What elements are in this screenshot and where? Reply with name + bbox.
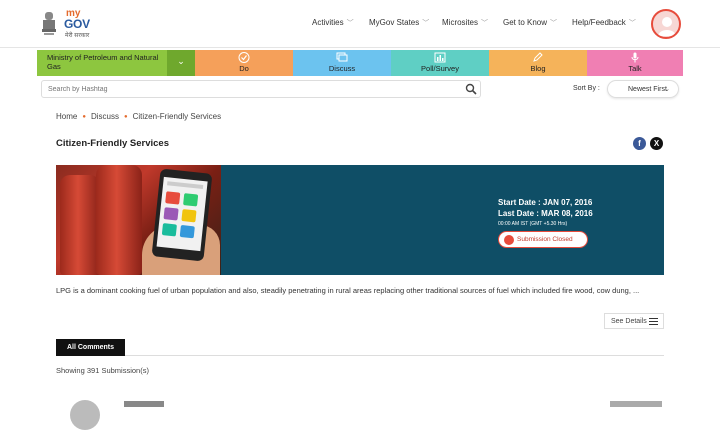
breadcrumb-separator-icon: ● — [123, 113, 128, 120]
breadcrumb-current: Citizen-Friendly Services — [132, 112, 222, 121]
ministry-label: Ministry of Petroleum and Natural Gas — [47, 53, 159, 71]
start-date: Start Date : JAN 07, 2016 — [498, 198, 593, 207]
gas-cylinder-image — [96, 165, 142, 275]
breadcrumb-discuss[interactable]: Discuss — [91, 112, 119, 121]
gas-cylinder-image — [60, 175, 100, 275]
logo-hindi-tagline: मेरी सरकार — [65, 33, 90, 39]
facebook-glyph: f — [638, 139, 641, 148]
nav-label: Activities — [312, 18, 344, 27]
banner-dates: Start Date : JAN 07, 2016 Last Date : MA… — [498, 197, 593, 230]
breadcrumb-home[interactable]: Home — [56, 112, 77, 121]
nav-label: MyGov States — [369, 18, 420, 27]
nav-help-feedback[interactable]: Help/Feedback ﹀ — [572, 18, 636, 28]
breadcrumb: Home ● Discuss ● Citizen-Friendly Services — [56, 112, 221, 121]
chevron-down-icon: ⌄ — [664, 86, 670, 93]
tile-talk[interactable]: Talk — [587, 50, 683, 76]
top-header: my GOV मेरी सरकार Activities ﹀ MyGov Stat… — [0, 0, 720, 48]
banner-photo — [56, 165, 221, 275]
chat-bubble-icon — [336, 52, 348, 62]
sort-select[interactable]: Newest First ⌄ — [607, 80, 679, 98]
tile-poll-survey[interactable]: Poll/Survey — [391, 50, 489, 76]
page-title: Citizen-Friendly Services — [56, 138, 169, 149]
nav-mygov-states[interactable]: MyGov States ﹀ — [369, 18, 429, 28]
user-icon — [658, 17, 676, 36]
x-glyph: X — [653, 139, 660, 148]
tile-do[interactable]: Do — [195, 50, 293, 76]
see-details-label: See Details — [611, 318, 647, 325]
sort-by-label: Sort By : — [573, 85, 600, 92]
checkmark-icon — [238, 52, 250, 63]
tile-label: Poll/Survey — [421, 64, 459, 73]
pencil-icon — [533, 52, 543, 62]
chevron-down-icon: ﹀ — [422, 20, 430, 27]
discussion-banner: Start Date : JAN 07, 2016 Last Date : MA… — [56, 165, 664, 275]
tile-label: Blog — [530, 64, 546, 73]
smartphone-image — [151, 168, 213, 262]
discussion-description: LPG is a dominant cooking fuel of urban … — [56, 286, 640, 295]
chevron-down-icon: ⌄ — [177, 56, 185, 66]
logo-gov: GOV — [64, 17, 90, 31]
tile-discuss[interactable]: Discuss — [293, 50, 391, 76]
nav-activities[interactable]: Activities ﹀ — [312, 18, 354, 28]
tile-label: Do — [239, 64, 249, 73]
nav-label: Help/Feedback — [572, 18, 626, 27]
tab-all-comments[interactable]: All Comments — [56, 339, 125, 356]
sort-selected-value: Newest First — [628, 86, 667, 93]
search-icon[interactable] — [465, 83, 477, 95]
national-emblem-icon — [42, 12, 56, 35]
deadline-time-note: 00:00 AM IST (GMT +5.30 Hrs) — [498, 221, 568, 227]
hashtag-search-input[interactable] — [41, 80, 481, 98]
ministry-dropdown-button[interactable]: ⌄ — [167, 50, 195, 76]
submission-count: Showing 391 Submission(s) — [56, 366, 149, 375]
last-date: Last Date : MAR 08, 2016 — [498, 209, 593, 218]
category-tiles: Ministry of Petroleum and Natural Gas ⌄ … — [37, 50, 683, 76]
facebook-share-icon[interactable]: f — [633, 137, 646, 150]
tab-divider — [56, 355, 664, 356]
chevron-down-icon: ﹀ — [481, 20, 489, 27]
comment-author-placeholder — [124, 401, 164, 407]
submission-closed-badge: Submission Closed — [498, 231, 588, 248]
tile-blog[interactable]: Blog — [489, 50, 587, 76]
chevron-down-icon: ﹀ — [346, 20, 354, 27]
nav-get-to-know[interactable]: Get to Know ﹀ — [503, 18, 557, 28]
lock-icon — [504, 235, 514, 245]
breadcrumb-separator-icon: ● — [82, 113, 86, 120]
tile-label: Talk — [628, 64, 642, 73]
nav-label: Get to Know — [503, 18, 548, 27]
nav-microsites[interactable]: Microsites ﹀ — [442, 18, 488, 28]
tile-label: Discuss — [328, 64, 356, 73]
menu-lines-icon — [649, 318, 658, 325]
see-details-button[interactable]: See Details — [604, 313, 664, 329]
nav-label: Microsites — [442, 18, 479, 27]
chevron-down-icon: ﹀ — [550, 20, 558, 27]
comment-date-placeholder — [610, 401, 662, 407]
phone-screen — [156, 176, 208, 252]
bar-chart-icon — [434, 52, 446, 63]
x-share-icon[interactable]: X — [650, 137, 663, 150]
microphone-icon — [631, 52, 639, 63]
status-label: Submission Closed — [517, 236, 573, 243]
user-avatar[interactable] — [651, 9, 681, 39]
search-sort-bar: Sort By : Newest First ⌄ — [41, 80, 681, 100]
chevron-down-icon: ﹀ — [628, 20, 636, 27]
